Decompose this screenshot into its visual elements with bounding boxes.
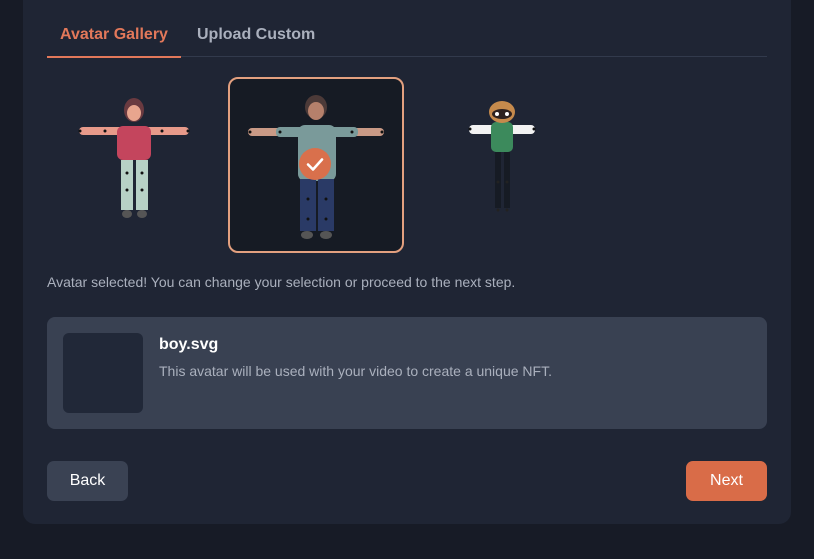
selected-file-name: boy.svg [159, 336, 219, 353]
selected-avatar-panel: boy.svg This avatar will be used with yo… [47, 317, 767, 429]
tab-avatar-gallery[interactable]: Avatar Gallery [47, 18, 181, 58]
next-button[interactable]: Next [686, 461, 767, 501]
girl-avatar-icon [78, 98, 190, 218]
raccoon-avatar-icon [468, 101, 536, 212]
selected-check-badge [299, 148, 331, 180]
selection-status-message: Avatar selected! You can change your sel… [47, 274, 516, 290]
avatar-thumbnail [63, 333, 143, 413]
avatar-option-raccoon[interactable] [417, 78, 589, 250]
avatar-option-boy[interactable] [228, 77, 404, 253]
selected-avatar-description: This avatar will be used with your video… [159, 363, 552, 379]
check-icon [306, 158, 324, 171]
tab-upload-custom[interactable]: Upload Custom [197, 18, 337, 56]
back-button[interactable]: Back [47, 461, 128, 501]
avatar-option-girl[interactable] [47, 78, 219, 250]
tab-bar: Avatar Gallery Upload Custom [47, 18, 767, 58]
